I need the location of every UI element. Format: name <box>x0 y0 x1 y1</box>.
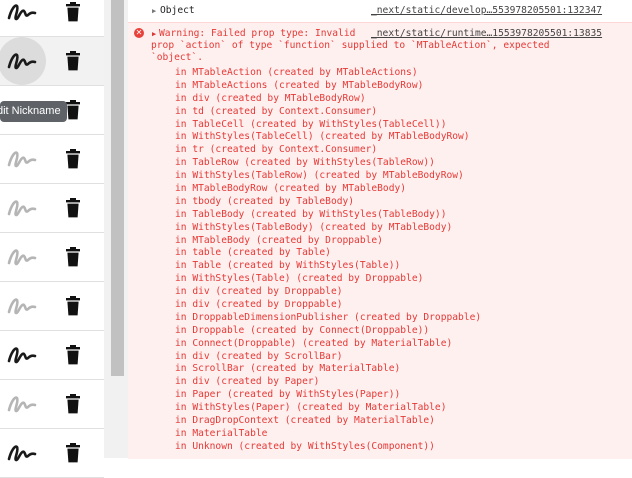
signature-button[interactable] <box>0 37 46 85</box>
error-icon: ✕ <box>134 28 144 38</box>
delete-button[interactable] <box>64 296 82 316</box>
warning-source-link[interactable]: _next/static/runtime…1553978205501:13835 <box>371 28 602 39</box>
delete-button[interactable] <box>64 345 82 365</box>
signatures-table <box>0 0 104 478</box>
trash-icon <box>66 51 80 71</box>
trash-icon <box>66 296 80 316</box>
stack-line: in Paper (created by WithStyles(Paper)) <box>175 389 401 401</box>
stack-line: in TableRow (created by WithStyles(Table… <box>175 157 435 169</box>
console-object-row[interactable]: ▶ Object _next/static/develop…5539782055… <box>128 0 632 23</box>
signature-button[interactable] <box>6 344 38 366</box>
stack-line: in DroppableDimensionPublisher (created … <box>175 311 482 323</box>
stack-line: in TableBody (created by WithStyles(Tabl… <box>175 208 447 220</box>
trash-icon <box>66 443 80 463</box>
stack-line: in table (created by Table) <box>175 247 331 259</box>
delete-button[interactable] <box>64 394 82 414</box>
warning-line-3: `object`. <box>151 52 203 64</box>
table-row <box>0 0 104 37</box>
signature-button[interactable] <box>6 197 38 219</box>
delete-button[interactable] <box>64 149 82 169</box>
stack-line: in MTableBodyRow (created by MTableBody) <box>175 183 407 195</box>
stack-line: in tr (created by Context.Consumer) <box>175 144 378 156</box>
devtools-console: ▶ Object _next/static/develop…5539782055… <box>128 0 632 459</box>
signature-button[interactable] <box>6 246 38 268</box>
signature-button[interactable] <box>6 295 38 317</box>
trash-icon <box>66 247 80 267</box>
table-row <box>0 37 104 86</box>
object-source-link[interactable]: _next/static/develop…553978205501:132347 <box>371 5 602 16</box>
stack-line: in div (created by MTableBodyRow) <box>175 92 366 104</box>
signature-icon <box>7 151 37 168</box>
trash-icon <box>66 394 80 414</box>
trash-icon <box>66 149 80 169</box>
stack-line: in Unknown (created by WithStyles(Compon… <box>175 440 435 452</box>
signature-icon <box>7 249 37 266</box>
table-row <box>0 184 104 233</box>
stack-line: in ScrollBar (created by MaterialTable) <box>175 363 401 375</box>
stack-line: in WithStyles(TableCell) (created by MTa… <box>175 131 470 143</box>
stack-line: in Connect(Droppable) (created by Materi… <box>175 337 453 349</box>
delete-button[interactable] <box>64 2 82 22</box>
signature-icon <box>7 298 37 315</box>
delete-button[interactable] <box>64 198 82 218</box>
signature-icon <box>7 4 37 21</box>
stack-line: in DragDropContext (created by MaterialT… <box>175 415 435 427</box>
signature-icon <box>7 347 37 364</box>
console-warning-message: ✕ ▶ Warning: Failed prop type: Invalid p… <box>128 22 632 459</box>
stack-line: in div (created by Droppable) <box>175 299 343 311</box>
stack-line: in WithStyles(TableBody) (created by MTa… <box>175 221 453 233</box>
stack-line: in MaterialTable <box>175 427 268 439</box>
trash-icon <box>66 198 80 218</box>
scrollbar-thumb[interactable] <box>111 0 124 376</box>
signature-icon <box>7 445 37 462</box>
table-row <box>0 380 104 429</box>
stack-line: in MTableActions (created by MTableBodyR… <box>175 79 424 91</box>
trash-icon <box>66 2 80 22</box>
signature-button[interactable] <box>6 1 38 23</box>
table-row <box>0 331 104 380</box>
stack-line: in Droppable (created by Connect(Droppab… <box>175 324 430 336</box>
stack-line: in div (created by Paper) <box>175 376 320 388</box>
table-row <box>0 429 104 478</box>
object-label: Object <box>160 5 195 16</box>
signature-icon <box>7 200 37 217</box>
delete-button[interactable] <box>64 443 82 463</box>
signature-button[interactable] <box>6 442 38 464</box>
trash-icon <box>66 345 80 365</box>
table-row <box>0 233 104 282</box>
stack-line: in WithStyles(Paper) (created by Materia… <box>175 402 447 414</box>
stack-line: in WithStyles(TableRow) (created by MTab… <box>175 170 464 182</box>
edit-nickname-tooltip: dit Nickname <box>0 101 67 122</box>
warning-line-2: prop `action` of type `function` supplie… <box>151 40 550 52</box>
stack-line: in tbody (created by TableBody) <box>175 195 355 207</box>
signature-button[interactable] <box>6 148 38 170</box>
stack-line: in MTableBody (created by Droppable) <box>175 234 383 246</box>
stack-line: in WithStyles(Table) (created by Droppab… <box>175 273 424 285</box>
stack-line: in div (created by Droppable) <box>175 286 343 298</box>
expand-triangle-icon[interactable]: ▶ <box>152 7 156 15</box>
table-row <box>0 135 104 184</box>
stack-line: in div (created by ScrollBar) <box>175 350 343 362</box>
delete-button[interactable] <box>64 51 82 71</box>
delete-button[interactable] <box>64 247 82 267</box>
stack-line: in td (created by Context.Consumer) <box>175 105 378 117</box>
component-stack: in MTableAction (created by MTableAction… <box>175 67 481 454</box>
warning-line-1: Warning: Failed prop type: Invalid <box>159 28 356 39</box>
stack-line: in MTableAction (created by MTableAction… <box>175 67 418 78</box>
signature-icon <box>7 396 37 413</box>
stack-line: in TableCell (created by WithStyles(Tabl… <box>175 118 447 130</box>
delete-button[interactable] <box>64 100 82 120</box>
stack-line: in Table (created by WithStyles(Table)) <box>175 260 401 272</box>
signature-icon <box>7 53 37 70</box>
table-row <box>0 282 104 331</box>
tooltip-text: dit Nickname <box>0 105 61 117</box>
signature-button[interactable] <box>6 393 38 415</box>
trash-icon <box>66 100 80 120</box>
